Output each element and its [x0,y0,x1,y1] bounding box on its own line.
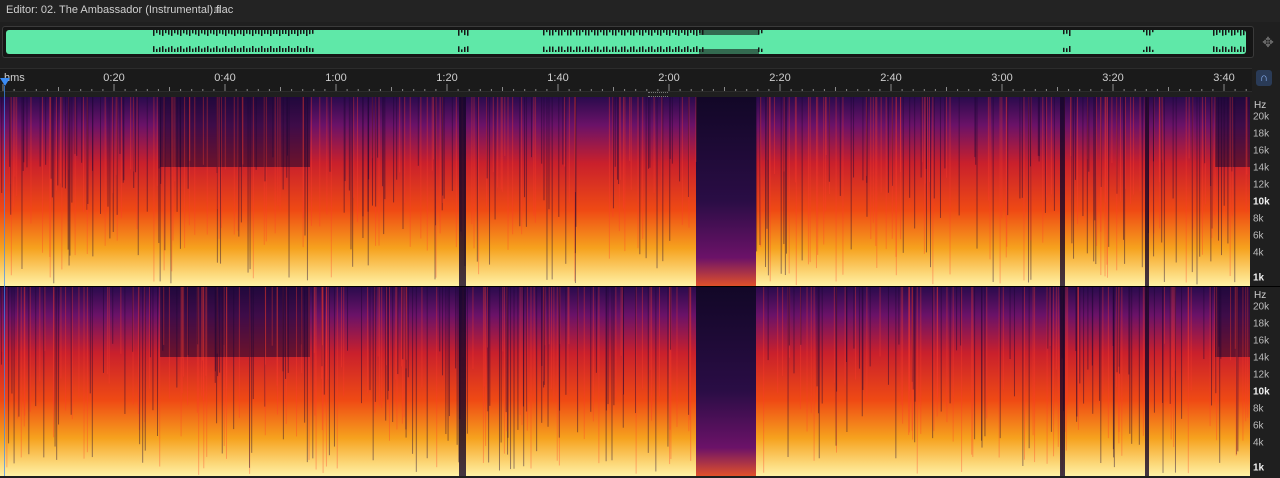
ruler-label: 0:40 [214,72,236,84]
hz-unit-label: Hz [1254,100,1267,111]
freq-tick: 12k [1253,369,1270,381]
freq-tick: 10k [1253,196,1270,208]
freq-tick: 6k [1253,230,1264,242]
ruler-label: 1:20 [436,72,458,84]
ruler-label: 1:00 [325,72,347,84]
freq-tick: 16k [1253,145,1270,157]
freq-tick: 8k [1253,213,1264,225]
freq-tick: 18k [1253,128,1270,140]
freq-tick: 12k [1253,179,1270,191]
playhead-marker[interactable] [0,78,10,86]
snap-toggle-button[interactable]: ∩ [1256,70,1272,86]
freq-tick: 18k [1253,318,1270,330]
freq-tick: 14k [1253,352,1270,364]
freq-tick: 8k [1253,403,1264,415]
ruler-label: 2:00 [658,72,680,84]
frequency-axis-channel-2: Hz 20k 18k 16k 14k 12k 10k 8k 6k 4k 1k [1250,287,1280,476]
freq-tick: 20k [1253,301,1270,313]
freq-tick: 4k [1253,437,1264,449]
time-ruler[interactable]: hms 0:20 0:40 1:00 1:20 1:40 2:00 2:20 2… [0,68,1252,92]
zoom-navigator-icon[interactable]: ✥ [1260,34,1276,50]
ruler-label: 3:20 [1102,72,1124,84]
frequency-axis-channel-1: Hz 20k 18k 16k 14k 12k 10k 8k 6k 4k 1k [1250,97,1280,286]
waveform-overview[interactable] [2,26,1254,58]
freq-tick: 10k [1253,386,1270,398]
freq-tick: 16k [1253,335,1270,347]
playhead-line [4,86,5,476]
ruler-label: 0:20 [103,72,125,84]
freq-tick: 1k [1253,272,1265,284]
freq-tick: 14k [1253,162,1270,174]
ruler-label: 2:40 [880,72,902,84]
hz-unit-label: Hz [1254,290,1267,301]
freq-tick: 4k [1253,247,1264,259]
freq-tick: 6k [1253,420,1264,432]
editor-titlebar: Editor: 02. The Ambassador (Instrumental… [0,0,1280,22]
spectral-display-channel-1[interactable] [0,97,1250,286]
spectral-display-channel-2[interactable] [0,287,1250,476]
ruler-label: 1:40 [547,72,569,84]
hamburger-menu-icon[interactable]: ≡ [214,3,221,17]
ruler-label: 2:20 [769,72,791,84]
ruler-label: 3:00 [991,72,1013,84]
freq-tick: 1k [1253,462,1265,474]
ruler-label: 3:40 [1213,72,1235,84]
editor-title: Editor: 02. The Ambassador (Instrumental… [6,4,234,16]
freq-tick: 20k [1253,111,1270,123]
